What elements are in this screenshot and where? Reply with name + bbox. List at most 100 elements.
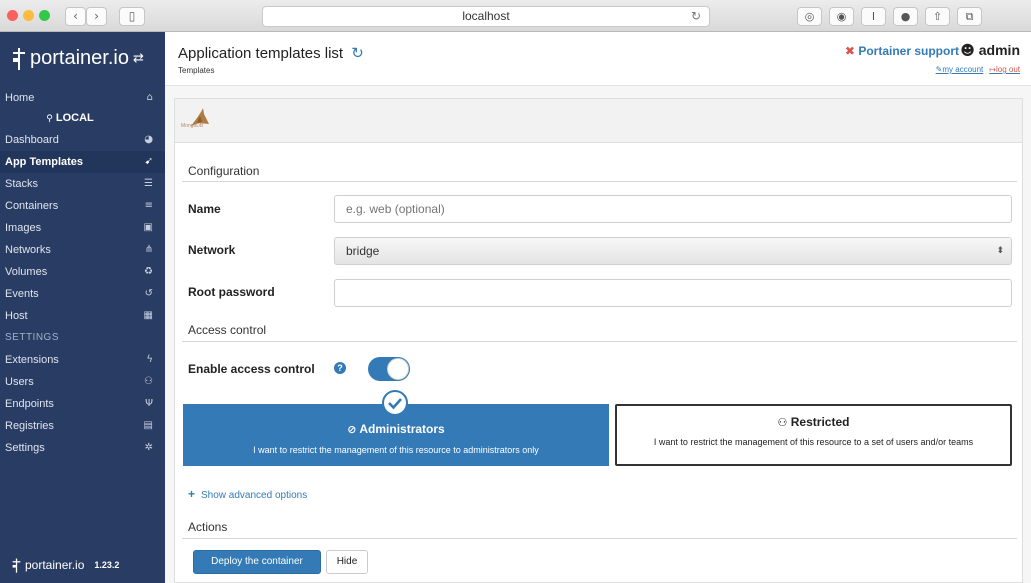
containers-icon: ≡ [144,200,153,211]
sidebar-item-app-templates[interactable]: App Templates ➹ [0,151,165,173]
root-password-input[interactable] [334,279,1012,307]
close-window-icon[interactable] [7,10,18,21]
back-icon[interactable]: ‹ [65,7,86,26]
url-text: localhost [462,9,510,23]
sidebar-item-settings[interactable]: Settings ✲ [0,437,165,459]
root-password-label: Root password [188,285,275,299]
restricted-title: ⚇ Restricted [617,415,1010,429]
refresh-icon[interactable]: ↻ [351,44,364,62]
reload-icon[interactable]: ↻ [691,7,701,26]
zoom-window-icon[interactable] [39,10,50,21]
browser-toolbar: ‹ › ▯ localhost ↻ ◎ ◉ I ● ⇧ ⧉ [0,0,1031,32]
address-bar[interactable]: localhost ↻ [262,6,710,27]
administrators-description: I want to restrict the management of thi… [253,445,539,455]
toggle-knob [387,358,409,380]
sidebar-item-label: Endpoints [5,398,54,410]
sidebar-item-label: Extensions [5,354,59,366]
check-icon [388,398,402,410]
volumes-icon: ♻ [144,266,153,277]
logout-link[interactable]: log out [996,65,1020,74]
select-arrows-icon: ⬍ [996,246,1004,256]
show-advanced-options-label: Show advanced options [201,490,308,501]
plus-icon: + [188,487,196,501]
page-title: Application templates list ↻ [178,44,364,62]
sidebar-item-label: Settings [5,442,45,454]
sidebar-item-dashboard[interactable]: Dashboard ◕ [0,129,165,151]
sidebar-item-label: Volumes [5,266,48,278]
sidebar-item-extensions[interactable]: Extensions ϟ [0,349,165,371]
sidebar-item-label: Home [5,92,35,104]
extension-icon-2[interactable]: ◉ [829,7,854,26]
actions-divider [182,538,1017,539]
sidebar-item-volumes[interactable]: Volumes ♻ [0,261,165,283]
sidebar-item-label: Stacks [5,178,39,190]
administrators-title: ⊘ Administrators [183,422,609,436]
sidebar-item-label: Host [5,310,28,322]
extension-icon-1[interactable]: ◎ [797,7,822,26]
restricted-option[interactable]: ⚇ Restricted I want to restrict the mana… [615,404,1012,466]
configuration-divider [182,181,1017,182]
access-control-divider [182,341,1017,342]
version-label: 1.23.2 [94,560,120,570]
sidebar-item-label: Events [5,288,39,300]
networks-icon: ⋔ [144,244,153,255]
sidebar-item-endpoints[interactable]: Endpoints Ψ [0,393,165,415]
tabs-icon[interactable]: ⧉ [957,7,982,26]
sidebar-item-host[interactable]: Host ▦ [0,305,165,327]
hide-button[interactable]: Hide [326,550,368,574]
footer-logo-text: portainer.io [25,558,85,572]
sidebar-item-label: App Templates [5,156,84,168]
stacks-icon: ☰ [144,178,153,189]
share-icon[interactable]: ⇧ [925,7,950,26]
page-header: Application templates list ↻ Templates ✖… [165,32,1031,86]
sidebar-item-label: Images [5,222,42,234]
user-circle-icon: ☻ [960,43,975,59]
forward-icon[interactable]: › [86,7,107,26]
user-name-text: admin [978,42,1020,58]
network-select[interactable]: bridge ⬍ [334,237,1012,265]
bolt-icon: ϟ [146,354,153,365]
sidebar-item-events[interactable]: Events ↺ [0,283,165,305]
sidebar-item-home[interactable]: Home ⌂ [0,87,165,109]
breadcrumb: Templates [178,66,215,75]
network-select-value: bridge [346,244,380,258]
sidebar-item-images[interactable]: Images ▣ [0,217,165,239]
sidebar-item-users[interactable]: Users ⚇ [0,371,165,393]
help-icon[interactable]: ? [334,362,346,374]
crane-logo-icon [13,48,25,70]
sidebar-item-containers[interactable]: Containers ≡ [0,195,165,217]
support-label: Portainer support [858,44,959,58]
sidebar: portainer.io ⇄ Home ⌂ ⚲ LOCAL Dashboard … [0,32,165,583]
enable-access-control-label: Enable access control [188,362,315,376]
sidebar-item-label: Registries [5,420,54,432]
restricted-title-text: Restricted [790,415,850,429]
show-advanced-options-link[interactable]: + Show advanced options [188,487,307,501]
support-icon: ✖ [844,44,855,58]
actions-heading: Actions [188,520,228,534]
sidebar-item-registries[interactable]: Registries ▤ [0,415,165,437]
adblock-icon[interactable]: ● [893,7,918,26]
extension-icon-3[interactable]: I [861,7,886,26]
sidebar-item-networks[interactable]: Networks ⋔ [0,239,165,261]
deploy-container-button[interactable]: Deploy the container [193,550,321,574]
sidebar-toggle-icon[interactable]: ▯ [119,7,145,26]
administrators-title-text: Administrators [359,422,445,436]
sidebar-item-label: Users [5,376,34,388]
footer-logo: portainer.io 1.23.2 [12,557,119,573]
name-label: Name [188,202,221,216]
sidebar-item-stacks[interactable]: Stacks ☰ [0,173,165,195]
history-icon: ↺ [144,288,153,299]
restricted-description: I want to restrict the management of thi… [653,437,974,447]
user-name: ☻ admin [960,42,1020,59]
page-title-text: Application templates list [178,45,344,62]
name-input[interactable] [334,195,1012,223]
host-icon: ▦ [143,310,153,321]
my-account-link[interactable]: my account [942,65,983,74]
minimize-window-icon[interactable] [23,10,34,21]
support-link[interactable]: ✖ Portainer support [845,44,959,58]
template-header: MongoDB [175,99,1022,143]
portainer-logo[interactable]: portainer.io ⇄ [12,46,144,70]
sidebar-toggle-arrows-icon[interactable]: ⇄ [133,51,144,66]
access-control-toggle[interactable] [368,357,410,381]
configuration-heading: Configuration [188,164,260,178]
